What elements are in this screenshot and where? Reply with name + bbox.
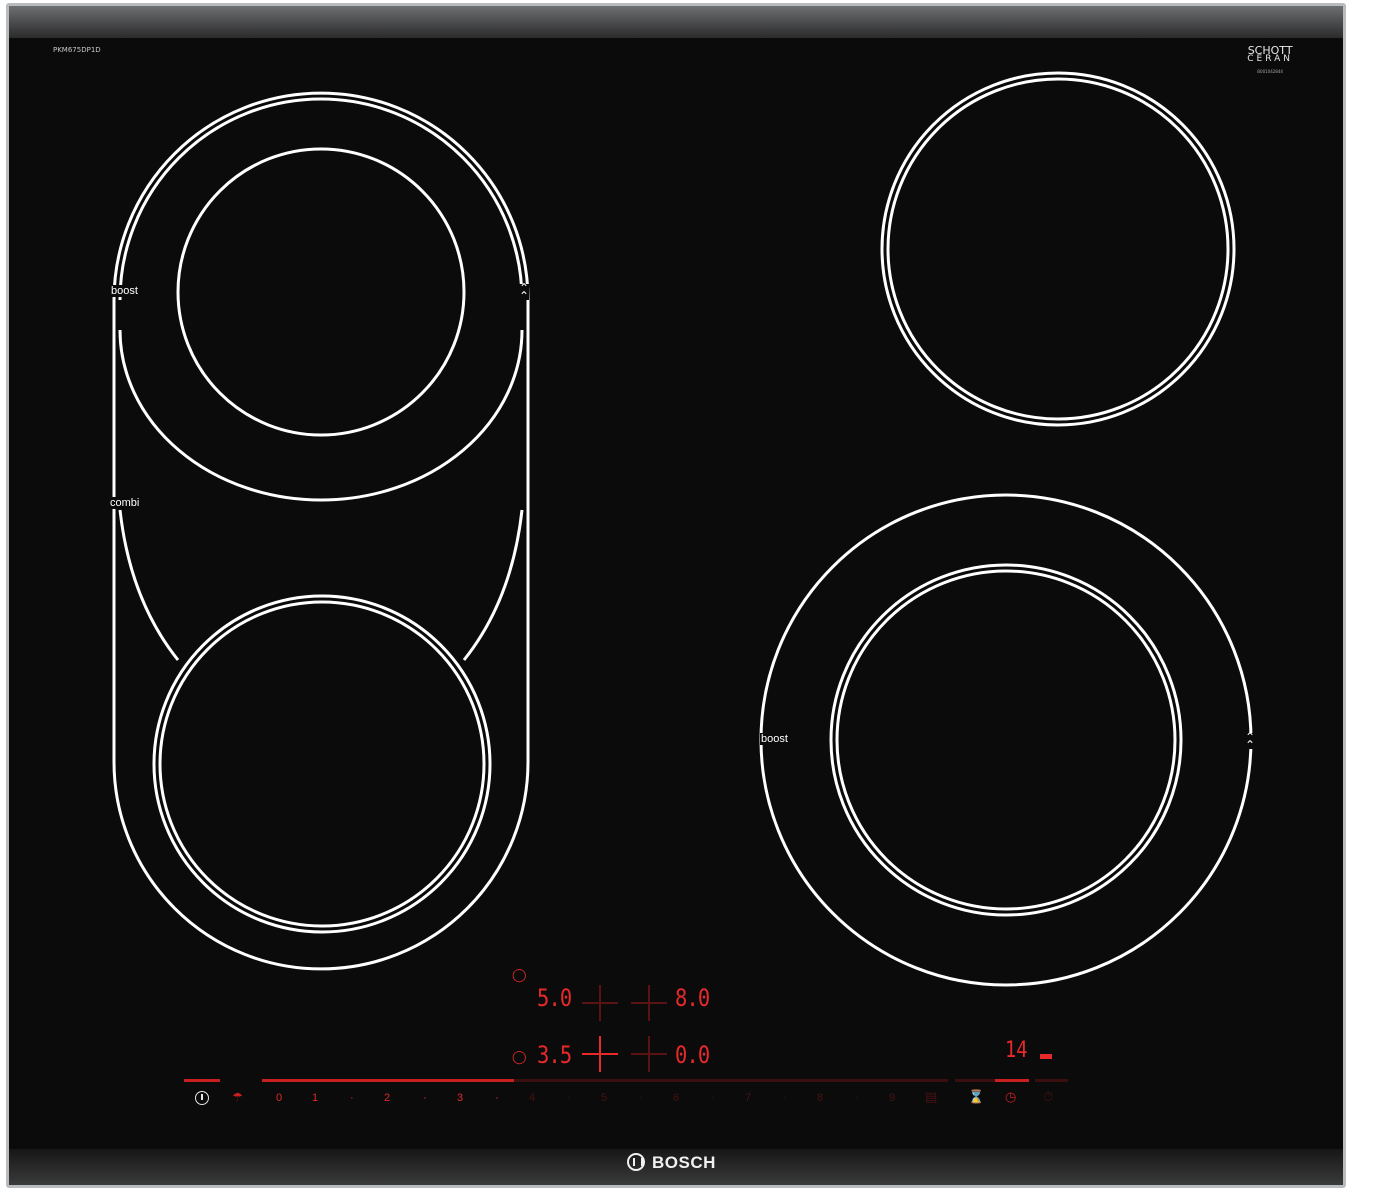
right-top-hotplate-outer	[880, 71, 1236, 427]
alarm-icon[interactable]: ⌛	[968, 1090, 984, 1105]
left-bottom-hotplate-inner	[158, 600, 486, 928]
timer-key-bar	[955, 1079, 995, 1082]
zone-selector-bottom-left[interactable]	[582, 1036, 618, 1072]
wipe-protection-icon[interactable]: ▤	[925, 1090, 937, 1105]
left-top-boost-label: boost	[110, 285, 139, 297]
zone-display-bottom-right: 0.0	[675, 1041, 710, 1069]
right-bottom-boost-label: boost	[760, 733, 789, 745]
timer-top-icon: ◯	[512, 968, 527, 983]
bosch-logo: BOSCH	[627, 1153, 716, 1173]
power-level-1-5[interactable]: ·	[350, 1092, 354, 1104]
power-level-3[interactable]: 3	[457, 1092, 463, 1104]
cooking-zones	[112, 71, 1253, 987]
power-slider-active[interactable]	[262, 1079, 514, 1082]
zone-display-top-right: 8.0	[675, 984, 710, 1012]
brand-name: BOSCH	[652, 1153, 716, 1172]
power-level-7-5[interactable]: ·	[783, 1092, 787, 1104]
left-bottom-hotplate	[152, 594, 492, 934]
stopwatch-key-bar	[1035, 1079, 1068, 1082]
zone-selector-top-left[interactable]	[582, 985, 618, 1021]
power-level-5-5[interactable]: ·	[639, 1092, 643, 1104]
power-level-9[interactable]: 9	[889, 1092, 895, 1104]
right-bottom-hotplate-inner	[835, 569, 1177, 911]
timer-key-bar-active	[995, 1079, 1029, 1082]
power-level-8-5[interactable]: ·	[855, 1092, 859, 1104]
power-level-6[interactable]: 6	[673, 1092, 679, 1104]
power-key-bar	[184, 1079, 220, 1082]
bosch-armature-icon	[627, 1153, 645, 1171]
power-level-2[interactable]: 2	[384, 1092, 390, 1104]
timer-bottom-left-icon: ◯	[512, 1050, 527, 1065]
power-level-3-5[interactable]: ·	[495, 1092, 499, 1104]
power-level-2-5[interactable]: ·	[423, 1092, 427, 1104]
timer-unit-indicator	[1040, 1054, 1052, 1059]
left-top-extension-arc	[118, 329, 524, 502]
left-combi-label: combi	[109, 497, 141, 509]
right-boost-chevron-icon: ⌃ ⌃	[1245, 730, 1256, 752]
zone-selector-bottom-right[interactable]	[631, 1036, 667, 1072]
power-level-0[interactable]: 0	[276, 1092, 282, 1104]
power-level-6-5[interactable]: ·	[711, 1092, 715, 1104]
power-level-4[interactable]: 4	[529, 1092, 535, 1104]
power-level-7[interactable]: 7	[745, 1092, 751, 1104]
right-top-hotplate-inner	[886, 77, 1230, 421]
power-level-5[interactable]: 5	[601, 1092, 607, 1104]
childlock-icon[interactable]: ☂	[232, 1090, 243, 1104]
zone-display-bottom-left: 3.5	[537, 1041, 572, 1069]
power-level-1[interactable]: 1	[312, 1092, 318, 1104]
left-boost-chevron-icon: ⌃ ⌃	[519, 281, 530, 303]
right-bottom-hotplate-outer	[829, 563, 1183, 917]
zone-selector-top-right[interactable]	[631, 985, 667, 1021]
timer-icon[interactable]: ◷	[1005, 1090, 1016, 1105]
timer-display: 14	[1004, 1038, 1028, 1063]
stopwatch-icon[interactable]: ⏱	[1043, 1090, 1053, 1105]
power-level-8[interactable]: 8	[817, 1092, 823, 1104]
power-slider-inactive[interactable]	[514, 1079, 948, 1082]
power-level-4-5[interactable]: ·	[567, 1092, 571, 1104]
power-icon[interactable]	[195, 1091, 209, 1105]
left-combi-arc-left	[118, 509, 180, 661]
right-bottom-extension-ring	[759, 493, 1253, 987]
left-top-hotplate	[176, 147, 466, 437]
zone-display-top-left: 5.0	[537, 984, 572, 1012]
left-combi-arc-right	[462, 509, 524, 661]
